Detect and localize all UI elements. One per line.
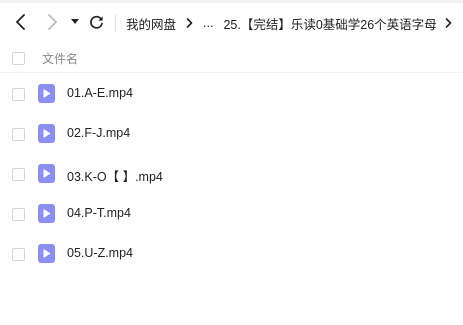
refresh-button[interactable] <box>86 12 106 32</box>
file-row[interactable]: 05.U-Z.mp4 <box>0 234 463 274</box>
breadcrumb-ellipsis[interactable]: ... <box>203 16 213 30</box>
breadcrumb: 我的网盘 ... 25.【完结】乐读0基础学26个英语字母 <box>126 13 462 33</box>
caret-down-icon <box>71 19 79 24</box>
toolbar: 我的网盘 ... 25.【完结】乐读0基础学26个英语字母 <box>0 4 463 40</box>
refresh-icon <box>89 15 103 29</box>
file-checkbox[interactable] <box>12 88 25 101</box>
toolbar-divider <box>115 14 116 32</box>
column-header-filename[interactable]: 文件名 <box>42 50 78 67</box>
file-name: 05.U-Z.mp4 <box>67 246 133 260</box>
file-name: 01.A-E.mp4 <box>67 86 134 100</box>
file-name: 04.P-T.mp4 <box>67 206 131 220</box>
video-file-icon <box>38 84 55 103</box>
breadcrumb-more-icon[interactable] <box>445 18 452 28</box>
file-checkbox[interactable] <box>12 208 25 221</box>
file-name: 03.K-O【 】.mp4 <box>67 170 163 184</box>
select-all-checkbox[interactable] <box>12 52 25 65</box>
breadcrumb-separator-icon <box>186 18 193 28</box>
breadcrumb-current: 25.【完结】乐读0基础学26个英语字母 <box>223 17 437 32</box>
video-file-icon <box>38 244 55 263</box>
file-row[interactable]: 02.F-J.mp4 <box>0 114 463 154</box>
file-checkbox[interactable] <box>12 248 25 261</box>
back-button[interactable] <box>11 12 31 32</box>
file-row[interactable]: 04.P-T.mp4 <box>0 194 463 234</box>
file-row[interactable]: 03.K-O【 】.mp4 <box>0 154 463 194</box>
file-browser: 我的网盘 ... 25.【完结】乐读0基础学26个英语字母 文件名 01.A-E… <box>0 0 463 325</box>
file-name: 02.F-J.mp4 <box>67 126 131 140</box>
history-dropdown-button[interactable] <box>65 12 85 32</box>
chevron-left-icon <box>16 14 25 30</box>
video-file-icon <box>38 204 55 223</box>
video-file-icon <box>38 164 55 183</box>
video-file-icon <box>38 124 55 143</box>
chevron-right-icon <box>48 14 57 30</box>
breadcrumb-root[interactable]: 我的网盘 <box>126 14 176 33</box>
list-header: 文件名 <box>0 44 463 73</box>
file-checkbox[interactable] <box>12 128 25 141</box>
top-border <box>0 0 463 3</box>
file-list: 01.A-E.mp4 02.F-J.mp4 03.K-O【 】.mp4 04.P… <box>0 74 463 274</box>
file-checkbox[interactable] <box>12 168 25 181</box>
forward-button[interactable] <box>42 12 62 32</box>
file-row[interactable]: 01.A-E.mp4 <box>0 74 463 114</box>
